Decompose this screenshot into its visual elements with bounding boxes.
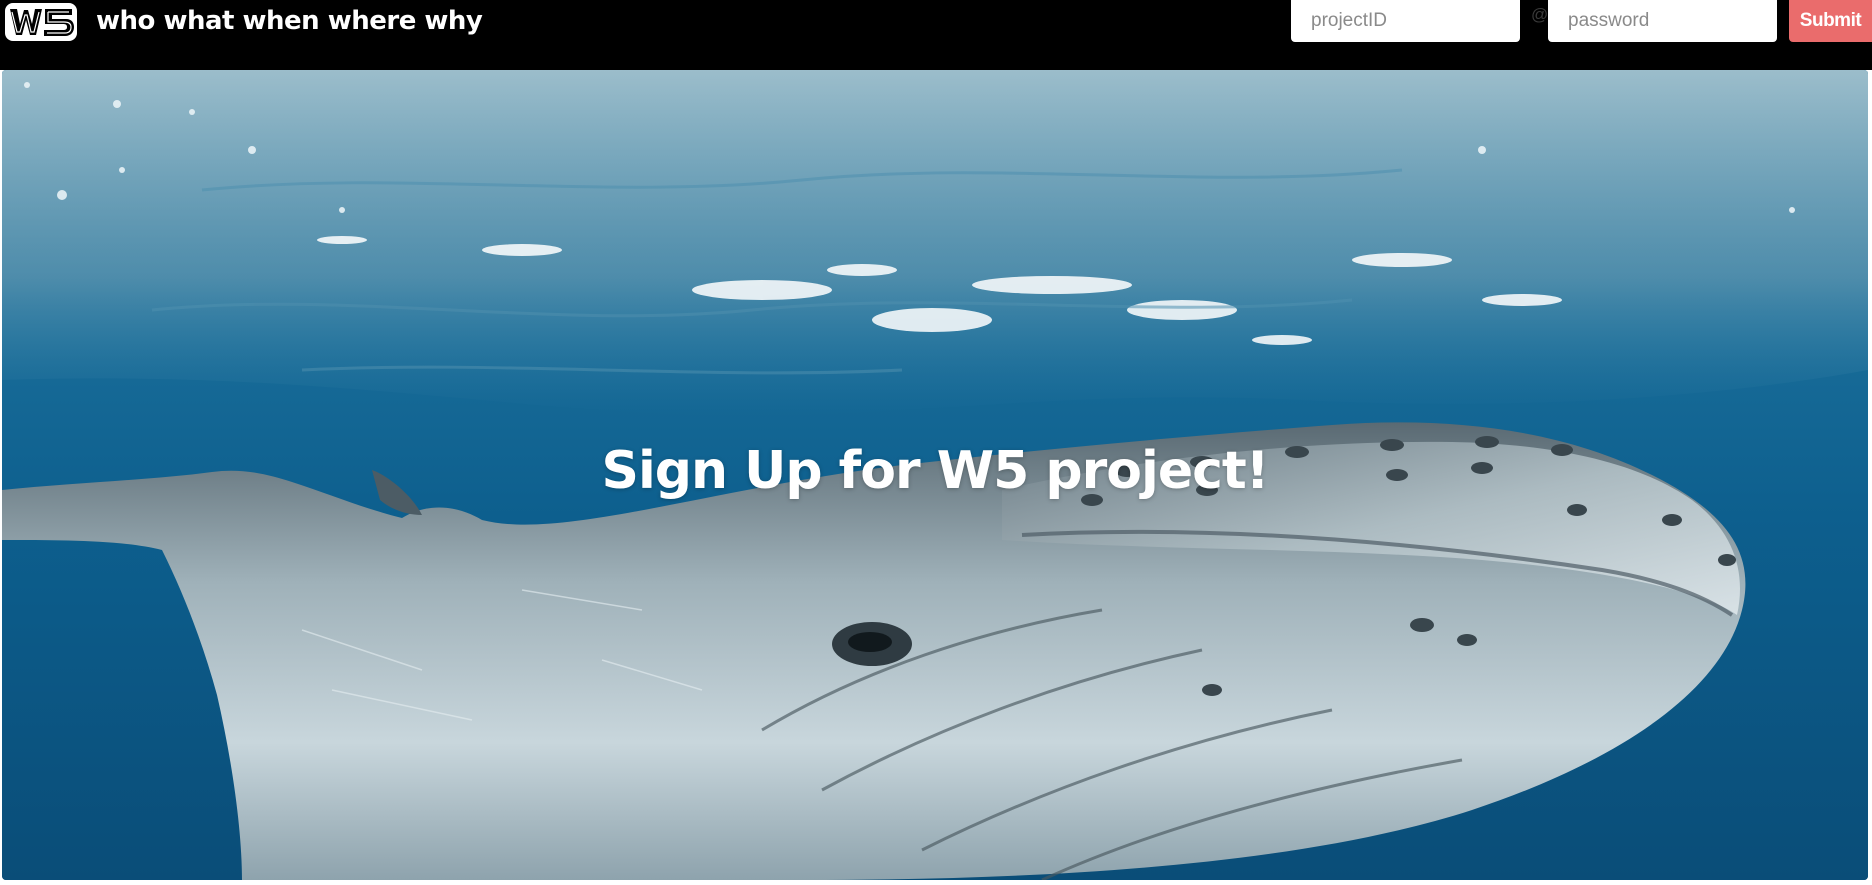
- brand-title: who what when where why: [96, 6, 483, 36]
- project-id-input[interactable]: [1291, 0, 1520, 42]
- password-input[interactable]: [1548, 0, 1777, 42]
- hero-heading: Sign Up for W5 project!: [601, 441, 1270, 501]
- at-icon: @: [1531, 5, 1549, 24]
- hero-banner: Sign Up for W5 project!: [2, 70, 1868, 880]
- w5-logo-graphic: [5, 3, 77, 41]
- submit-button[interactable]: Submit: [1789, 0, 1872, 42]
- w5-logo[interactable]: [4, 2, 78, 42]
- top-navbar: who what when where why @ Submit: [0, 0, 1872, 70]
